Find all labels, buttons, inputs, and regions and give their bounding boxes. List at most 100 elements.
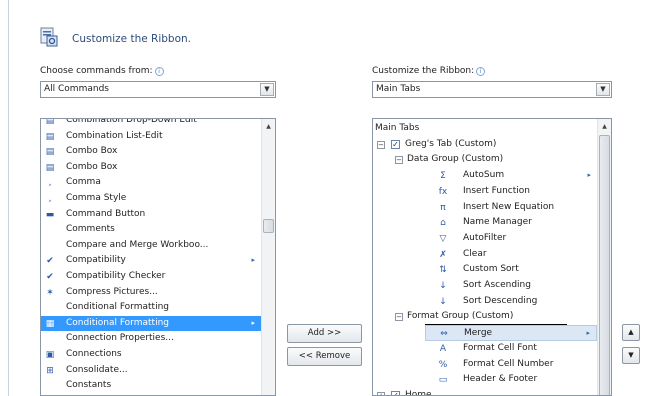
- comma-style-icon: ,: [48, 194, 52, 204]
- command-list-item[interactable]: Compare and Merge Workboo...: [41, 238, 261, 254]
- command-button-icon: ▬: [45, 209, 55, 220]
- tree-command-item[interactable]: ▽ AutoFilter: [373, 231, 597, 247]
- tree-label: Format Cell Number: [463, 358, 554, 369]
- move-down-button[interactable]: ▼: [622, 347, 640, 364]
- tree-command-item[interactable]: ⌂ Name Manager: [373, 215, 597, 231]
- sigma-icon: Σ: [440, 171, 446, 182]
- command-list-item[interactable]: ✶ Compress Pictures...: [41, 285, 261, 301]
- collapse-icon[interactable]: −: [377, 140, 385, 149]
- percent-icon: %: [438, 359, 448, 370]
- tree-tab-gregs[interactable]: − ✓ Greg's Tab (Custom): [373, 137, 597, 153]
- customize-ribbon-combo[interactable]: Main Tabs ▼: [372, 81, 612, 98]
- customize-ribbon-text: Customize the Ribbon:: [372, 66, 475, 76]
- tab-checkbox[interactable]: ✓: [391, 390, 400, 395]
- tree-label: Merge: [464, 328, 493, 339]
- tree-command-item[interactable]: Σ AutoSum ▸: [373, 168, 597, 184]
- tree-command-item[interactable]: ↓ Sort Descending: [373, 294, 597, 310]
- command-label: Combination Drop-Down Edit: [66, 118, 197, 125]
- pi-icon: π: [440, 202, 446, 213]
- tree-command-item[interactable]: ⇔ Merge ▸: [425, 325, 597, 341]
- command-list-item[interactable]: ▦ Conditional Formatting ▸: [41, 315, 261, 332]
- filter-icon: ▽: [439, 233, 447, 244]
- command-list-item[interactable]: ▤ Combo Box: [41, 144, 261, 160]
- command-label: Combination List-Edit: [66, 130, 163, 141]
- command-label: Conditional Formatting: [66, 317, 169, 328]
- list-edit-icon: ▤: [45, 131, 55, 142]
- command-list-item[interactable]: Connection Properties...: [41, 331, 261, 347]
- submenu-arrow-icon: ▸: [251, 318, 255, 327]
- scroll-thumb[interactable]: [263, 219, 274, 233]
- tree-label: Home: [405, 389, 432, 396]
- choose-commands-text: Choose commands from:: [40, 66, 153, 76]
- dropdown-arrow-icon[interactable]: ▼: [596, 83, 610, 96]
- command-list-item[interactable]: ▤ Combination Drop-Down Edit: [41, 118, 261, 129]
- tab-checkbox[interactable]: ✓: [391, 139, 400, 149]
- command-list-item[interactable]: ✔ Compatibility ▸: [41, 253, 261, 269]
- command-list-item[interactable]: ⊞ Consolidate...: [41, 363, 261, 379]
- consolidate-icon: ⊞: [46, 365, 54, 376]
- scroll-up-icon[interactable]: ▲: [599, 121, 610, 133]
- command-list-item[interactable]: Constants: [41, 378, 261, 394]
- tree-command-item[interactable]: π Insert New Equation: [373, 200, 597, 216]
- tree-command-item[interactable]: % Format Cell Number: [373, 357, 597, 373]
- command-list-item[interactable]: ▬ Command Button: [41, 207, 261, 223]
- command-list-item[interactable]: ✔ Compatibility Checker: [41, 269, 261, 285]
- tree-command-item[interactable]: ✗ Clear: [373, 247, 597, 263]
- tree-tab-home[interactable]: + ✓ Home: [373, 388, 597, 396]
- info-icon: i: [154, 67, 164, 76]
- command-label: Comments: [66, 224, 115, 235]
- ribbon-tree[interactable]: Main Tabs − ✓ Greg's Tab (Custom) − Data Grou…: [372, 118, 612, 396]
- tree-label: Insert New Equation: [463, 201, 555, 212]
- submenu-arrow-icon: ▸: [587, 171, 591, 180]
- sort-descending-icon: ↓: [439, 296, 447, 307]
- collapse-icon[interactable]: −: [395, 156, 403, 165]
- name-manager-icon: ⌂: [440, 218, 446, 229]
- tree-label: Name Manager: [463, 217, 532, 228]
- connections-icon: ▣: [45, 350, 55, 360]
- compress-pictures-icon: ✶: [46, 287, 54, 298]
- remove-button[interactable]: << Remove: [287, 347, 362, 366]
- choose-commands-value: All Commands: [44, 84, 109, 94]
- command-label: Conditional Formatting: [66, 302, 169, 313]
- tree-command-item[interactable]: ▭ Header & Footer: [373, 372, 597, 388]
- expand-icon[interactable]: +: [377, 391, 385, 395]
- commands-scrollbar[interactable]: ▲: [261, 119, 275, 395]
- tree-label: Sort Ascending: [463, 280, 531, 290]
- command-list-item[interactable]: , Comma: [41, 175, 261, 191]
- add-button[interactable]: Add >>: [287, 324, 362, 343]
- header-footer-icon: ▭: [438, 375, 448, 386]
- dropdown-arrow-icon[interactable]: ▼: [260, 83, 274, 96]
- scroll-up-icon[interactable]: ▲: [263, 121, 274, 133]
- command-list-item[interactable]: Comments: [41, 222, 261, 238]
- choose-commands-combo[interactable]: All Commands ▼: [40, 81, 276, 98]
- tree-group-format[interactable]: − Format Group (Custom): [373, 309, 597, 325]
- tree-command-item[interactable]: fx Insert Function: [373, 184, 597, 200]
- dialog-title: Customize the Ribbon.: [72, 33, 191, 45]
- tree-group-data[interactable]: − Data Group (Custom): [373, 152, 597, 168]
- tree-command-item[interactable]: ⇅ Custom Sort: [373, 262, 597, 278]
- tree-label: Format Group (Custom): [407, 311, 514, 322]
- ribbon-tree-scrollbar[interactable]: ▲: [597, 119, 611, 395]
- command-list-item[interactable]: ▣ Connections: [41, 347, 261, 363]
- tree-label: Format Cell Font: [463, 342, 537, 353]
- commands-listbox[interactable]: Constants ⊞ Consolidate... ▣ Connections Conn…: [40, 118, 276, 396]
- tree-label: Clear: [463, 248, 487, 259]
- sort-ascending-icon: ↓: [439, 281, 447, 291]
- command-list-item[interactable]: ▤ Combination List-Edit: [41, 129, 261, 145]
- tree-command-item[interactable]: A Format Cell Font: [373, 341, 597, 357]
- font-icon: A: [439, 343, 447, 354]
- command-label: Constants: [66, 380, 112, 391]
- command-list-item[interactable]: Conditional Formatting: [41, 300, 261, 316]
- scroll-thumb[interactable]: [599, 135, 610, 395]
- command-list-item[interactable]: ▤ Combo Box: [41, 160, 261, 176]
- move-up-button[interactable]: ▲: [622, 324, 640, 341]
- command-list-item[interactable]: , Comma Style: [41, 191, 261, 207]
- clear-icon: ✗: [439, 249, 447, 260]
- command-label: Connections: [66, 349, 122, 359]
- tree-label: Custom Sort: [463, 264, 519, 275]
- customize-ribbon-label: Customize the Ribbon: i: [372, 66, 486, 76]
- tree-label: AutoFilter: [463, 232, 507, 243]
- tree-command-item[interactable]: ↓ Sort Ascending: [373, 278, 597, 294]
- collapse-icon[interactable]: −: [395, 313, 403, 322]
- merge-icon: ⇔: [440, 329, 448, 340]
